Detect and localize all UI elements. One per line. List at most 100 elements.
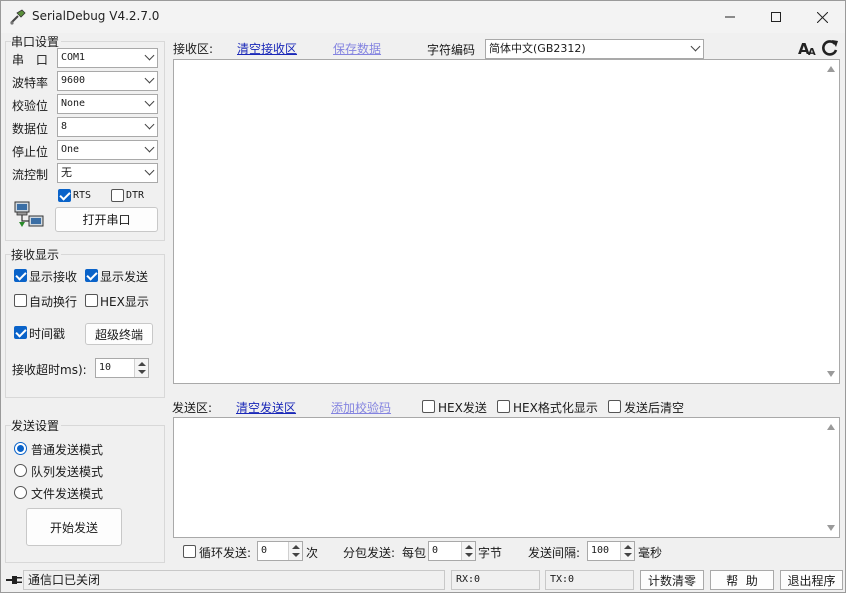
maximize-button[interactable] — [753, 1, 799, 33]
port-label: 串 口 — [12, 53, 52, 67]
chevron-down-icon — [144, 50, 155, 61]
chevron-down-icon — [144, 142, 155, 153]
chevron-down-icon — [144, 165, 155, 176]
hex-send-checkbox[interactable] — [422, 400, 435, 413]
open-port-button[interactable]: 打开串口 — [55, 207, 158, 232]
send-interval-spinner[interactable] — [620, 542, 634, 560]
svg-text:A: A — [808, 47, 816, 57]
clear-receive-link[interactable]: 清空接收区 — [237, 40, 297, 57]
encoding-select[interactable]: 简体中文(GB2312) — [485, 39, 704, 59]
timestamp-label: 时间戳 — [29, 327, 66, 341]
per-packet-input[interactable]: 0 — [428, 541, 476, 561]
super-terminal-button[interactable]: 超级终端 — [85, 323, 153, 345]
status-text-field: 通信口已关闭 — [23, 570, 445, 590]
encoding-label: 字符编码 — [427, 43, 476, 57]
loop-send-checkbox[interactable] — [183, 545, 196, 558]
baud-value: 9600 — [61, 75, 86, 86]
start-send-button[interactable]: 开始发送 — [26, 508, 122, 546]
parity-select[interactable]: None — [57, 94, 158, 114]
timeout-input[interactable]: 10 — [95, 358, 149, 378]
rx-count: RX:0 — [456, 574, 481, 585]
show-receive-checkbox[interactable] — [14, 269, 27, 282]
databits-label: 数据位 — [12, 122, 49, 136]
per-packet-value: 0 — [432, 545, 439, 556]
per-packet-spinner[interactable] — [461, 542, 475, 560]
reset-count-button[interactable]: 计数清零 — [640, 570, 704, 590]
loop-send-label: 循环发送: — [199, 546, 252, 560]
hex-display-checkbox[interactable] — [85, 294, 98, 307]
send-area-label: 发送区: — [172, 401, 213, 415]
close-icon — [816, 11, 828, 23]
dtr-checkbox[interactable] — [111, 189, 124, 202]
spin-up-icon — [292, 545, 300, 549]
timeout-label: 接收超时ms): — [12, 363, 87, 377]
font-icon[interactable]: A A — [798, 39, 818, 57]
stopbits-label: 停止位 — [12, 145, 49, 159]
parity-value: None — [61, 98, 86, 109]
scroll-down-icon — [827, 371, 835, 377]
serial-port-icon — [14, 201, 44, 227]
baud-select[interactable]: 9600 — [57, 71, 158, 91]
refresh-icon[interactable] — [821, 39, 839, 57]
send-interval-value: 100 — [591, 545, 610, 556]
flow-select[interactable]: 无 — [57, 163, 158, 183]
file-send-label: 文件发送模式 — [31, 487, 104, 501]
clear-send-link[interactable]: 清空发送区 — [236, 399, 296, 416]
loop-unit-label: 次 — [306, 546, 319, 560]
window-title: SerialDebug V4.2.7.0 — [32, 9, 160, 23]
rts-checkbox[interactable] — [58, 189, 71, 202]
rx-counter: RX:0 — [451, 570, 540, 590]
send-settings-label: 发送设置 — [11, 417, 62, 434]
chevron-down-icon — [144, 73, 155, 84]
receive-textarea[interactable] — [173, 59, 840, 384]
scroll-down-icon — [827, 525, 835, 531]
normal-send-radio[interactable] — [14, 442, 27, 455]
help-button[interactable]: 帮 助 — [710, 570, 774, 590]
status-text: 通信口已关闭 — [28, 573, 101, 587]
exit-button[interactable]: 退出程序 — [780, 570, 843, 590]
queue-send-radio[interactable] — [14, 464, 27, 477]
send-interval-input[interactable]: 100 — [587, 541, 635, 561]
stopbits-value: One — [61, 144, 80, 155]
loop-count-spinner[interactable] — [288, 542, 302, 560]
timeout-spinner[interactable] — [134, 359, 148, 377]
chevron-down-icon — [144, 119, 155, 130]
normal-send-label: 普通发送模式 — [31, 443, 104, 457]
baud-label: 波特率 — [12, 76, 49, 90]
loop-count-input[interactable]: 0 — [257, 541, 303, 561]
app-icon — [10, 9, 26, 25]
send-scrollbar[interactable] — [823, 418, 839, 537]
port-select[interactable]: COM1 — [57, 48, 158, 68]
close-button[interactable] — [799, 1, 845, 33]
add-checksum-link[interactable]: 添加校验码 — [331, 399, 391, 416]
clear-after-send-checkbox[interactable] — [608, 400, 621, 413]
flow-value: 无 — [61, 166, 72, 179]
queue-send-label: 队列发送模式 — [31, 465, 104, 479]
chevron-down-icon — [690, 41, 701, 52]
send-textarea[interactable] — [173, 417, 840, 538]
hex-display-label: HEX显示 — [100, 295, 149, 309]
file-send-radio[interactable] — [14, 486, 27, 499]
show-send-checkbox[interactable] — [85, 269, 98, 282]
spin-up-icon — [465, 545, 473, 549]
receive-scrollbar[interactable] — [823, 60, 839, 383]
receive-display-label: 接收显示 — [11, 246, 62, 263]
spin-up-icon — [624, 545, 632, 549]
hex-format-checkbox[interactable] — [497, 400, 510, 413]
auto-wrap-checkbox[interactable] — [14, 294, 27, 307]
databits-select[interactable]: 8 — [57, 117, 158, 137]
packet-send-label: 分包发送: — [343, 546, 396, 560]
port-value: COM1 — [61, 52, 86, 63]
minimize-button[interactable] — [707, 1, 753, 33]
save-data-link[interactable]: 保存数据 — [333, 40, 381, 57]
auto-wrap-label: 自动换行 — [29, 295, 78, 309]
databits-value: 8 — [61, 121, 68, 132]
timestamp-checkbox[interactable] — [14, 326, 27, 339]
stopbits-select[interactable]: One — [57, 140, 158, 160]
receive-area-label: 接收区: — [173, 42, 214, 56]
spin-up-icon — [138, 362, 146, 366]
spin-down-icon — [292, 553, 300, 557]
spin-down-icon — [624, 553, 632, 557]
flow-label: 流控制 — [12, 168, 49, 182]
dtr-label: DTR — [126, 190, 145, 201]
